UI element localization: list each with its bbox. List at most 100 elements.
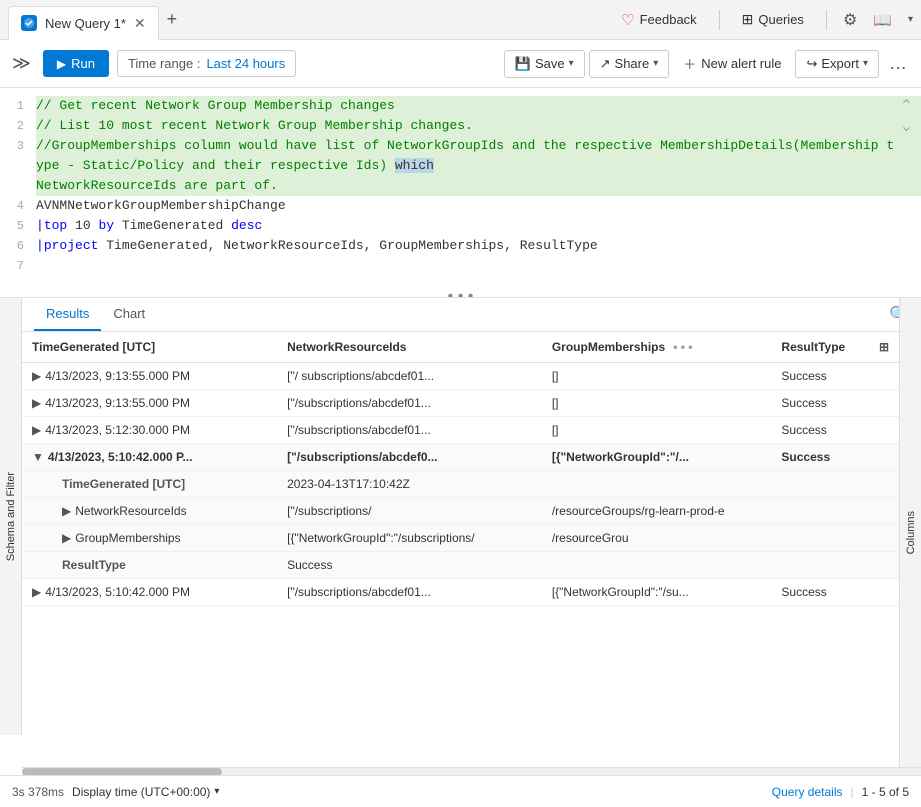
new-tab-button[interactable]: + bbox=[159, 5, 186, 34]
sub-value-network-extra: /resourceGroups/rg-learn-prod-e bbox=[542, 498, 899, 525]
run-label: Run bbox=[71, 56, 95, 71]
expand-row-1[interactable]: ▶ bbox=[32, 369, 41, 383]
expand-sub-group[interactable]: ▶ bbox=[62, 531, 71, 545]
cell-network: ["/ subscriptions/abcdef01... bbox=[277, 363, 542, 390]
editor-line-5: 5 |top 10 by TimeGenerated desc bbox=[0, 216, 921, 236]
tab-title: New Query 1* bbox=[45, 16, 126, 31]
export-dropdown-arrow[interactable]: ▾ bbox=[863, 58, 868, 69]
heart-icon: ♡ bbox=[621, 11, 634, 29]
cell-time: ▶4/13/2023, 5:10:42.000 PM bbox=[22, 579, 277, 606]
columns-label: Columns bbox=[905, 511, 917, 554]
editor-line-7: 7 bbox=[0, 256, 921, 276]
table-area[interactable]: TimeGenerated [UTC] NetworkResourceIds G… bbox=[22, 332, 899, 767]
header-actions: ♡ Feedback ⊞ Queries ⚙ 📖 ▾ bbox=[615, 7, 913, 33]
expand-row-4[interactable]: ▼ bbox=[32, 450, 44, 464]
queries-button[interactable]: ⊞ Queries bbox=[736, 7, 810, 32]
horizontal-scrollbar[interactable] bbox=[22, 767, 921, 775]
sub-value-group: [{"NetworkGroupId":"/subscriptions/ bbox=[277, 525, 542, 552]
divider-pipe: | bbox=[851, 785, 854, 799]
toolbar: ≫ ▶ Run Time range : Last 24 hours 💾 Sav… bbox=[0, 40, 921, 88]
col-header-network: NetworkResourceIds bbox=[277, 332, 542, 363]
query-details-link[interactable]: Query details bbox=[772, 785, 843, 799]
col-header-group: GroupMemberships • • • bbox=[542, 332, 772, 363]
save-dropdown-arrow[interactable]: ▾ bbox=[569, 58, 574, 69]
play-icon: ▶ bbox=[57, 57, 66, 71]
cell-network: ["/subscriptions/abcdef0... bbox=[277, 444, 542, 471]
editor-line-6: 6 |project TimeGenerated, NetworkResourc… bbox=[0, 236, 921, 256]
cell-time: ▶4/13/2023, 9:13:55.000 PM bbox=[22, 363, 277, 390]
cell-result: Success bbox=[771, 444, 899, 471]
save-button[interactable]: 💾 Save ▾ bbox=[504, 50, 585, 78]
results-table: TimeGenerated [UTC] NetworkResourceIds G… bbox=[22, 332, 899, 606]
table-header-row: TimeGenerated [UTC] NetworkResourceIds G… bbox=[22, 332, 899, 363]
queries-icon: ⊞ bbox=[742, 11, 754, 28]
cell-group: [] bbox=[542, 390, 772, 417]
col-header-time: TimeGenerated [UTC] bbox=[22, 332, 277, 363]
display-time-dropdown[interactable]: ▾ bbox=[214, 786, 219, 797]
cell-result: Success bbox=[771, 390, 899, 417]
line-content-3b: NetworkResourceIds are part of. bbox=[36, 176, 921, 196]
schema-sidebar[interactable]: Schema and Filter bbox=[0, 298, 22, 735]
time-range-button[interactable]: Time range : Last 24 hours bbox=[117, 50, 296, 77]
line-number-1: 1 bbox=[0, 96, 36, 116]
export-button[interactable]: ↪ Export ▾ bbox=[795, 50, 879, 78]
save-icon: 💾 bbox=[515, 56, 531, 72]
share-button[interactable]: ↗ Share ▾ bbox=[589, 50, 670, 78]
expand-row-2[interactable]: ▶ bbox=[32, 396, 41, 410]
sub-row-result: ResultType Success bbox=[22, 552, 899, 579]
display-time[interactable]: Display time (UTC+00:00) ▾ bbox=[72, 785, 219, 799]
sub-label-result: ResultType bbox=[22, 552, 277, 579]
close-tab-button[interactable]: ✕ bbox=[134, 15, 146, 32]
editor-line-3b: NetworkResourceIds are part of. bbox=[0, 176, 921, 196]
collapse-button[interactable]: ≫ bbox=[8, 49, 35, 78]
cell-time: ▶4/13/2023, 5:12:30.000 PM bbox=[22, 417, 277, 444]
run-button[interactable]: ▶ Run bbox=[43, 50, 109, 77]
table-row-expanded: ▼4/13/2023, 5:10:42.000 P... ["/subscrip… bbox=[22, 444, 899, 471]
editor-scroll-up[interactable]: ⌃ ⌄ bbox=[900, 96, 913, 136]
line-number-3: 3 bbox=[0, 136, 36, 156]
cell-result: Success bbox=[771, 579, 899, 606]
sub-value-group-extra: /resourceGrou bbox=[542, 525, 899, 552]
schema-label: Schema and Filter bbox=[5, 472, 17, 561]
divider bbox=[719, 10, 720, 30]
cell-group: [] bbox=[542, 363, 772, 390]
active-tab[interactable]: New Query 1* ✕ bbox=[8, 6, 159, 40]
sub-label-group: ▶GroupMemberships bbox=[22, 525, 277, 552]
editor-line-2: 2 // List 10 most recent Network Group M… bbox=[0, 116, 921, 136]
more-options-button[interactable]: … bbox=[883, 49, 913, 78]
export-icon: ↪ bbox=[806, 56, 817, 72]
settings-icon[interactable]: ⚙ bbox=[843, 10, 857, 30]
cell-result: Success bbox=[771, 363, 899, 390]
expand-row-5[interactable]: ▶ bbox=[32, 585, 41, 599]
columns-sidebar[interactable]: Columns bbox=[899, 298, 921, 767]
line-content-4: AVNMNetworkGroupMembershipChange bbox=[36, 196, 921, 216]
sub-value-result: Success bbox=[277, 552, 899, 579]
sub-row-time: TimeGenerated [UTC] 2023-04-13T17:10:42Z bbox=[22, 471, 899, 498]
tab-chart[interactable]: Chart bbox=[101, 298, 157, 331]
columns-icon[interactable]: ⊞ bbox=[879, 340, 889, 354]
save-label: Save bbox=[535, 56, 565, 71]
new-alert-button[interactable]: ＋ New alert rule bbox=[673, 49, 791, 78]
line-content-6: |project TimeGenerated, NetworkResourceI… bbox=[36, 236, 921, 256]
sub-value-time: 2023-04-13T17:10:42Z bbox=[277, 471, 899, 498]
tab-results[interactable]: Results bbox=[34, 298, 101, 331]
new-alert-label: New alert rule bbox=[701, 56, 781, 71]
divider2 bbox=[826, 10, 827, 30]
cell-time: ▶4/13/2023, 9:13:55.000 PM bbox=[22, 390, 277, 417]
chevron-down-icon[interactable]: ▾ bbox=[908, 14, 913, 25]
editor-line-1: 1 // Get recent Network Group Membership… bbox=[0, 96, 921, 116]
line-content-2: // List 10 most recent Network Group Mem… bbox=[36, 116, 921, 136]
cell-network: ["/subscriptions/abcdef01... bbox=[277, 390, 542, 417]
export-label: Export bbox=[821, 56, 859, 71]
line-content-5: |top 10 by TimeGenerated desc bbox=[36, 216, 921, 236]
sub-label-time: TimeGenerated [UTC] bbox=[22, 471, 277, 498]
share-label: Share bbox=[615, 56, 650, 71]
table-row: ▶4/13/2023, 5:10:42.000 PM ["/subscripti… bbox=[22, 579, 899, 606]
share-dropdown-arrow[interactable]: ▾ bbox=[653, 58, 658, 69]
expand-row-3[interactable]: ▶ bbox=[32, 423, 41, 437]
editor[interactable]: 1 // Get recent Network Group Membership… bbox=[0, 88, 921, 284]
expand-sub-network[interactable]: ▶ bbox=[62, 504, 71, 518]
cell-group: [] bbox=[542, 417, 772, 444]
feedback-button[interactable]: ♡ Feedback bbox=[615, 7, 703, 33]
book-icon[interactable]: 📖 bbox=[873, 11, 892, 29]
